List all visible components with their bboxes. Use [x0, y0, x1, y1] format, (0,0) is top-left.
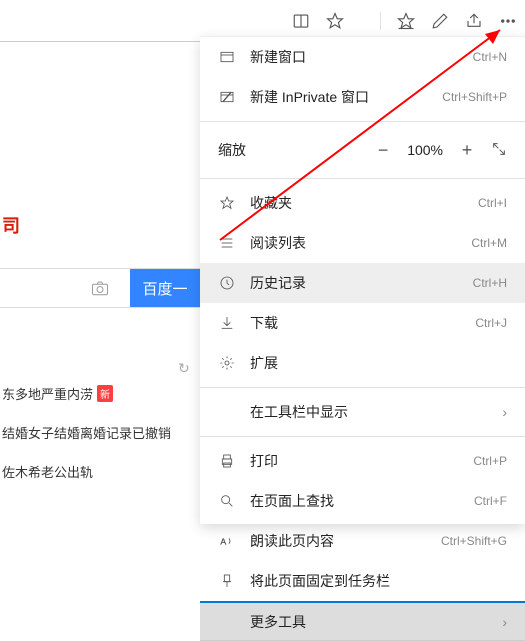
menu-shortcut: Ctrl+M	[471, 236, 507, 250]
search-bar: 百度一	[0, 268, 200, 308]
menu-reading-list[interactable]: 阅读列表 Ctrl+M	[200, 223, 525, 263]
menu-separator	[200, 178, 525, 179]
fullscreen-icon[interactable]	[491, 141, 507, 160]
chevron-right-icon: ›	[502, 614, 507, 630]
news-list: 东多地严重内涝 新 结婚女子结婚离婚记录已撤销 佐木希老公出轨	[2, 384, 171, 501]
chevron-right-icon: ›	[502, 404, 507, 420]
zoom-in-button[interactable]: +	[457, 140, 477, 161]
menu-label: 新建 InPrivate 窗口	[250, 87, 442, 107]
refresh-icon[interactable]: ↻	[178, 360, 190, 377]
list-icon	[218, 234, 236, 252]
menu-label: 将此页面固定到任务栏	[250, 571, 507, 591]
extensions-icon	[218, 354, 236, 372]
menu-zoom: 缩放 − 100% +	[200, 126, 525, 174]
news-badge: 新	[97, 385, 113, 402]
svg-text:A: A	[220, 536, 226, 546]
print-icon	[218, 452, 236, 470]
settings-menu: 新建窗口 Ctrl+N 新建 InPrivate 窗口 Ctrl+Shift+P…	[200, 36, 525, 524]
news-text: 东多地严重内涝	[2, 384, 93, 403]
zoom-out-button[interactable]: −	[373, 140, 393, 161]
history-icon	[218, 274, 236, 292]
menu-shortcut: Ctrl+I	[478, 196, 507, 210]
menu-shortcut: Ctrl+P	[473, 454, 507, 468]
menu-print[interactable]: 打印 Ctrl+P	[200, 441, 525, 481]
menu-label: 扩展	[250, 353, 507, 373]
star-icon	[218, 194, 236, 212]
site-logo: 司	[2, 212, 20, 238]
menu-find[interactable]: 在页面上查找 Ctrl+F	[200, 481, 525, 521]
menu-label: 收藏夹	[250, 193, 478, 213]
menu-more-tools[interactable]: 更多工具 ›	[200, 601, 525, 641]
inprivate-icon	[218, 88, 236, 106]
pin-icon	[218, 572, 236, 590]
menu-shortcut: Ctrl+Shift+P	[442, 90, 507, 104]
news-text: 佐木希老公出轨	[2, 462, 93, 481]
menu-label: 朗读此页内容	[250, 531, 441, 551]
menu-pin-taskbar[interactable]: 将此页面固定到任务栏	[200, 561, 525, 601]
read-aloud-icon: A	[218, 532, 236, 550]
news-item[interactable]: 东多地严重内涝 新	[2, 384, 171, 403]
news-text: 结婚女子结婚离婚记录已撤销	[2, 423, 171, 442]
search-icon	[218, 492, 236, 510]
more-icon[interactable]	[499, 12, 517, 30]
zoom-value: 100%	[407, 142, 443, 158]
menu-label: 阅读列表	[250, 233, 471, 253]
page-content: 司 百度一 ↻ 东多地严重内涝 新 结婚女子结婚离婚记录已撤销 佐木希老公出轨	[0, 42, 200, 524]
zoom-label: 缩放	[218, 140, 359, 160]
menu-label: 在工具栏中显示	[250, 402, 502, 422]
menu-shortcut: Ctrl+N	[473, 50, 507, 64]
menu-downloads[interactable]: 下载 Ctrl+J	[200, 303, 525, 343]
share-icon[interactable]	[465, 12, 483, 30]
reading-view-icon[interactable]	[292, 12, 310, 30]
menu-favorites[interactable]: 收藏夹 Ctrl+I	[200, 183, 525, 223]
menu-extensions[interactable]: 扩展	[200, 343, 525, 383]
menu-label: 新建窗口	[250, 47, 473, 67]
pen-icon[interactable]	[431, 12, 449, 30]
menu-label: 更多工具	[250, 612, 502, 632]
menu-new-inprivate[interactable]: 新建 InPrivate 窗口 Ctrl+Shift+P	[200, 77, 525, 117]
star-icon[interactable]	[326, 12, 344, 30]
window-icon	[218, 48, 236, 66]
download-icon	[218, 314, 236, 332]
news-item[interactable]: 结婚女子结婚离婚记录已撤销	[2, 423, 171, 442]
camera-icon[interactable]	[0, 269, 130, 307]
menu-separator	[200, 387, 525, 388]
menu-new-window[interactable]: 新建窗口 Ctrl+N	[200, 37, 525, 77]
menu-history[interactable]: 历史记录 Ctrl+H	[200, 263, 525, 303]
menu-separator	[200, 436, 525, 437]
menu-label: 在页面上查找	[250, 491, 474, 511]
menu-shortcut: Ctrl+Shift+G	[441, 534, 507, 548]
search-button[interactable]: 百度一	[130, 269, 200, 307]
menu-label: 下载	[250, 313, 475, 333]
favorites-hub-icon[interactable]	[397, 12, 415, 30]
menu-shortcut: Ctrl+F	[474, 494, 507, 508]
menu-show-in-toolbar[interactable]: 在工具栏中显示 ›	[200, 392, 525, 432]
news-item[interactable]: 佐木希老公出轨	[2, 462, 171, 481]
menu-label: 历史记录	[250, 273, 473, 293]
menu-label: 打印	[250, 451, 473, 471]
menu-shortcut: Ctrl+H	[473, 276, 507, 290]
menu-separator	[200, 121, 525, 122]
menu-shortcut: Ctrl+J	[475, 316, 507, 330]
menu-read-aloud[interactable]: A 朗读此页内容 Ctrl+Shift+G	[200, 521, 525, 561]
